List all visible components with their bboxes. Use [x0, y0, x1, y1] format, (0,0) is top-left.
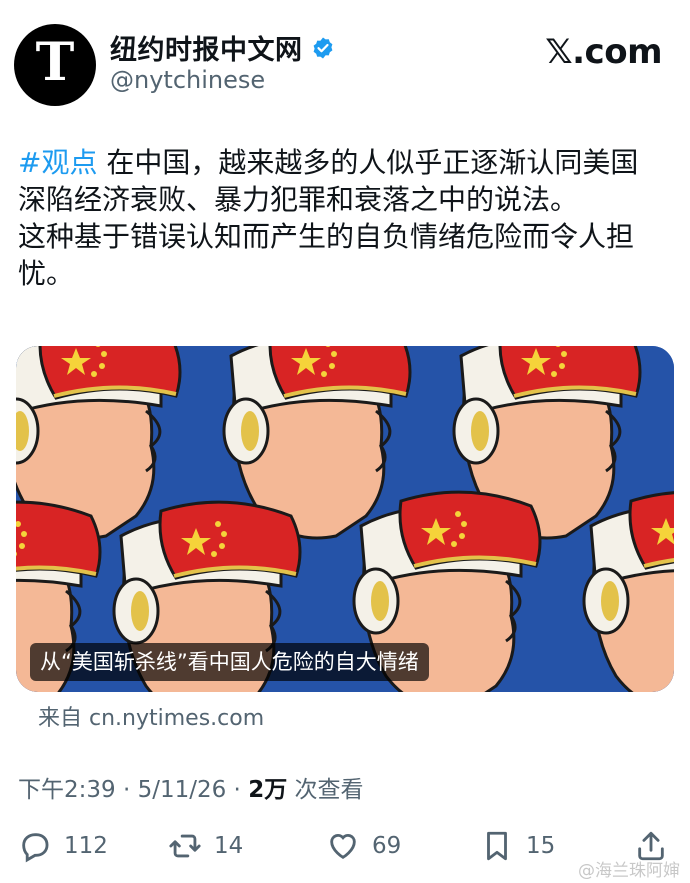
heart-icon [330, 834, 356, 859]
tweet-line: 这种基于错误认知而产生的自负情绪危险而令人担 [18, 220, 635, 253]
verified-badge-icon [313, 37, 332, 58]
bookmark-count: 15 [526, 833, 556, 859]
handle[interactable]: @nytchinese [110, 66, 265, 94]
name-row: 纽约时报中文网 [110, 28, 335, 67]
avatar[interactable]: T [14, 24, 96, 106]
card-source-link[interactable]: 来自 cn.nytimes.com [38, 700, 264, 732]
card-caption: 从“美国斩杀线”看中国人危险的自大情绪 [30, 643, 429, 681]
reply-count: 112 [64, 833, 108, 859]
tweet-line: 在中国，越来越多的人似乎正逐渐认同美国 [97, 146, 639, 179]
hashtag-link[interactable]: #观点 [18, 146, 97, 179]
retweet-button[interactable]: 14 [168, 826, 243, 866]
like-count: 69 [372, 833, 402, 859]
tweet-meta: 下午2:39 · 5/11/26 · 2万 次查看 [18, 770, 364, 804]
views-count: 2万 [248, 777, 288, 803]
nyt-logo-icon: T [35, 32, 75, 93]
x-logo: 𝕏.com [545, 32, 662, 72]
display-name[interactable]: 纽约时报中文网 [110, 28, 303, 67]
bookmark-button[interactable]: 15 [480, 826, 555, 866]
like-button[interactable]: 69 [326, 826, 401, 866]
reply-icon [22, 833, 49, 863]
tweet-text: #观点 在中国，越来越多的人似乎正逐渐认同美国 深陷经济衰败、暴力犯罪和衰落之中… [18, 144, 678, 292]
bookmark-icon [487, 831, 507, 861]
views-label: 次查看 [287, 777, 364, 803]
retweet-count: 14 [214, 833, 244, 859]
timestamp[interactable]: 下午2:39 · 5/11/26 · [18, 777, 248, 803]
retweet-icon [169, 834, 201, 858]
vr-headset-illustration [16, 346, 674, 692]
watermark: @海兰珠阿婶 [578, 861, 680, 881]
link-card-image[interactable] [16, 346, 674, 692]
tweet-header: T 纽约时报中文网 @nytchinese 𝕏.com [14, 14, 676, 106]
tweet-line: 忧。 [18, 257, 75, 290]
tweet-line: 深陷经济衰败、暴力犯罪和衰落之中的说法。 [18, 183, 579, 216]
reply-button[interactable]: 112 [18, 826, 108, 866]
